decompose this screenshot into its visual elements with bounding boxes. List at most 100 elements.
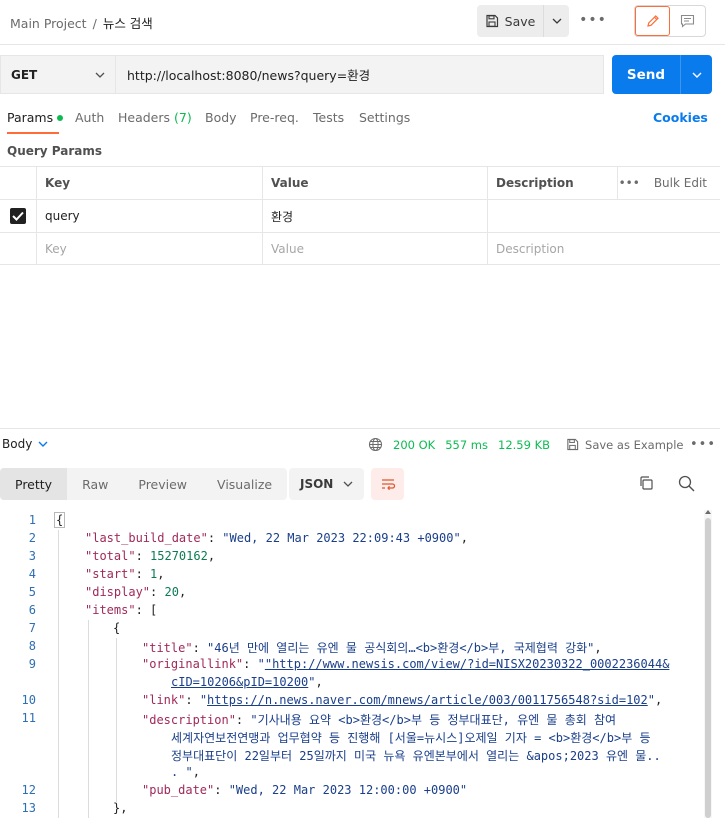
breadcrumb-parent[interactable]: Main Project bbox=[10, 16, 87, 31]
wrap-lines-icon bbox=[381, 479, 395, 491]
json-bracket: [ bbox=[150, 603, 158, 617]
params-active-dot bbox=[57, 114, 64, 121]
response-time[interactable]: 557 ms bbox=[445, 438, 488, 452]
documentation-mode-button[interactable] bbox=[670, 6, 705, 36]
method-label: GET bbox=[11, 67, 38, 82]
line-number: 4 bbox=[28, 567, 36, 581]
check-icon bbox=[12, 211, 24, 221]
json-string: " bbox=[308, 675, 316, 689]
json-string: "Wed, 22 Mar 2023 22:09:43 +0900" bbox=[222, 531, 461, 545]
line-number: 3 bbox=[28, 549, 36, 563]
chevron-down-icon bbox=[38, 441, 48, 447]
param-key-input[interactable]: query bbox=[36, 200, 262, 232]
status-code[interactable]: 200 OK bbox=[393, 438, 435, 452]
originallink-url-cont[interactable]: cID=10206&pID=10200 bbox=[171, 675, 308, 689]
json-brace: { bbox=[113, 621, 121, 635]
json-string: "Wed, 22 Mar 2023 12:00:00 +0900" bbox=[228, 783, 468, 797]
code-line: { bbox=[113, 621, 120, 635]
response-divider[interactable] bbox=[0, 428, 720, 429]
code-line: "display": 20, bbox=[85, 585, 187, 599]
json-link-quote: " bbox=[257, 657, 265, 671]
edit-mode-button[interactable] bbox=[635, 6, 670, 36]
param-enabled-checkbox[interactable] bbox=[10, 208, 26, 224]
tab-params[interactable]: Params bbox=[7, 110, 64, 125]
tab-settings[interactable]: Settings bbox=[359, 110, 410, 125]
table-row: query 환경 bbox=[0, 199, 720, 232]
code-line: "items": [ bbox=[85, 603, 158, 617]
json-number: 15270162 bbox=[150, 549, 208, 563]
tab-tests[interactable]: Tests bbox=[313, 110, 344, 125]
line-number: 11 bbox=[21, 711, 36, 725]
json-string: 정부대표단이 22일부터 25일까지 미국 뉴욕 유엔본부에서 열리는 &apo… bbox=[171, 749, 661, 763]
json-number: 1 bbox=[150, 567, 158, 581]
method-select[interactable]: GET bbox=[0, 55, 115, 94]
copy-button[interactable] bbox=[638, 475, 654, 494]
scrollbar-thumb[interactable] bbox=[705, 518, 711, 818]
cookies-link[interactable]: Cookies bbox=[653, 110, 708, 125]
param-description-input[interactable] bbox=[487, 200, 720, 232]
query-params-title: Query Params bbox=[7, 144, 103, 158]
search-button[interactable] bbox=[678, 475, 695, 495]
tab-headers[interactable]: Headers (7) bbox=[118, 110, 192, 125]
response-body-label: Body bbox=[2, 437, 33, 451]
wrap-lines-button[interactable] bbox=[371, 468, 404, 500]
send-dropdown-button[interactable] bbox=[680, 55, 712, 94]
save-button[interactable]: Save bbox=[477, 5, 543, 37]
chevron-down-icon bbox=[343, 481, 353, 487]
json-key: "items" bbox=[85, 603, 136, 617]
request-header: Main Project / 뉴스 검색 Save ••• bbox=[0, 0, 725, 42]
send-button[interactable]: Send bbox=[612, 55, 680, 94]
more-options-button[interactable]: ••• bbox=[579, 10, 606, 30]
chevron-down-icon bbox=[692, 72, 701, 78]
save-icon bbox=[486, 14, 498, 28]
tab-auth[interactable]: Auth bbox=[75, 110, 104, 125]
request-tabs: Params Auth Headers (7) Body Pre-req. Te… bbox=[0, 104, 725, 134]
response-size[interactable]: 12.59 KB bbox=[498, 438, 550, 452]
json-key: "pub_date" bbox=[142, 783, 215, 797]
tab-preview[interactable]: Preview bbox=[123, 468, 202, 500]
json-string: "46년 만에 열리는 유엔 물 공식회의…<b>환경</b>부, 국제협력 강… bbox=[207, 641, 595, 655]
link-url[interactable]: https://n.news.naver.com/mnews/article/0… bbox=[207, 693, 648, 707]
response-stats: 200 OK 557 ms 12.59 KB Save as Example bbox=[368, 437, 684, 452]
column-options-button[interactable]: ••• bbox=[619, 176, 640, 190]
copy-icon bbox=[640, 476, 653, 490]
line-number: 13 bbox=[21, 801, 36, 815]
chevron-down-icon bbox=[95, 72, 105, 78]
save-icon bbox=[567, 438, 579, 451]
search-icon bbox=[678, 475, 695, 492]
tab-prereq[interactable]: Pre-req. bbox=[250, 110, 299, 125]
originallink-url[interactable]: "http://www.newsis.com/view/?id=NISX2023… bbox=[265, 657, 670, 671]
tab-body[interactable]: Body bbox=[205, 110, 237, 125]
save-dropdown-button[interactable] bbox=[543, 5, 569, 37]
new-param-key-input[interactable]: Key bbox=[36, 233, 262, 265]
bulk-edit-button[interactable]: Bulk Edit bbox=[654, 176, 707, 190]
pencil-icon bbox=[646, 15, 659, 27]
response-body-code[interactable]: 1 2 3 4 5 6 7 8 9 10 11 12 13 { "last_bu… bbox=[0, 510, 712, 818]
globe-icon[interactable] bbox=[368, 437, 383, 452]
new-param-value-input[interactable]: Value bbox=[262, 233, 487, 265]
code-scrollbar[interactable] bbox=[704, 510, 712, 818]
save-as-example-button[interactable]: Save as Example bbox=[566, 438, 684, 452]
comment-icon bbox=[680, 14, 695, 28]
url-input[interactable]: http://localhost:8080/news?query=환경 bbox=[115, 55, 604, 94]
code-line-wrap: 정부대표단이 22일부터 25일까지 미국 뉴욕 유엔본부에서 열리는 &apo… bbox=[171, 747, 661, 764]
tab-visualize[interactable]: Visualize bbox=[202, 468, 287, 500]
tab-pretty[interactable]: Pretty bbox=[0, 468, 68, 500]
line-number: 8 bbox=[28, 639, 36, 653]
view-mode-toggle bbox=[634, 5, 706, 37]
scroll-up-arrow-icon[interactable] bbox=[705, 510, 711, 514]
header-checkbox-cell bbox=[0, 167, 36, 199]
breadcrumb-separator: / bbox=[92, 16, 97, 31]
new-param-description-input[interactable]: Description bbox=[487, 233, 720, 265]
code-line-wrap: cID=10206&pID=10200", bbox=[171, 675, 323, 689]
tab-raw[interactable]: Raw bbox=[67, 468, 123, 500]
response-more-button[interactable]: ••• bbox=[690, 437, 716, 452]
column-header-key: Key bbox=[36, 167, 262, 199]
response-section-select[interactable]: Body bbox=[2, 437, 48, 451]
format-select[interactable]: JSON bbox=[289, 468, 364, 500]
request-name[interactable]: 뉴스 검색 bbox=[103, 16, 153, 31]
save-button-group: Save bbox=[477, 5, 569, 37]
param-value-input[interactable]: 환경 bbox=[262, 200, 487, 232]
json-key: "display" bbox=[85, 585, 151, 599]
chevron-down-icon bbox=[552, 18, 561, 24]
